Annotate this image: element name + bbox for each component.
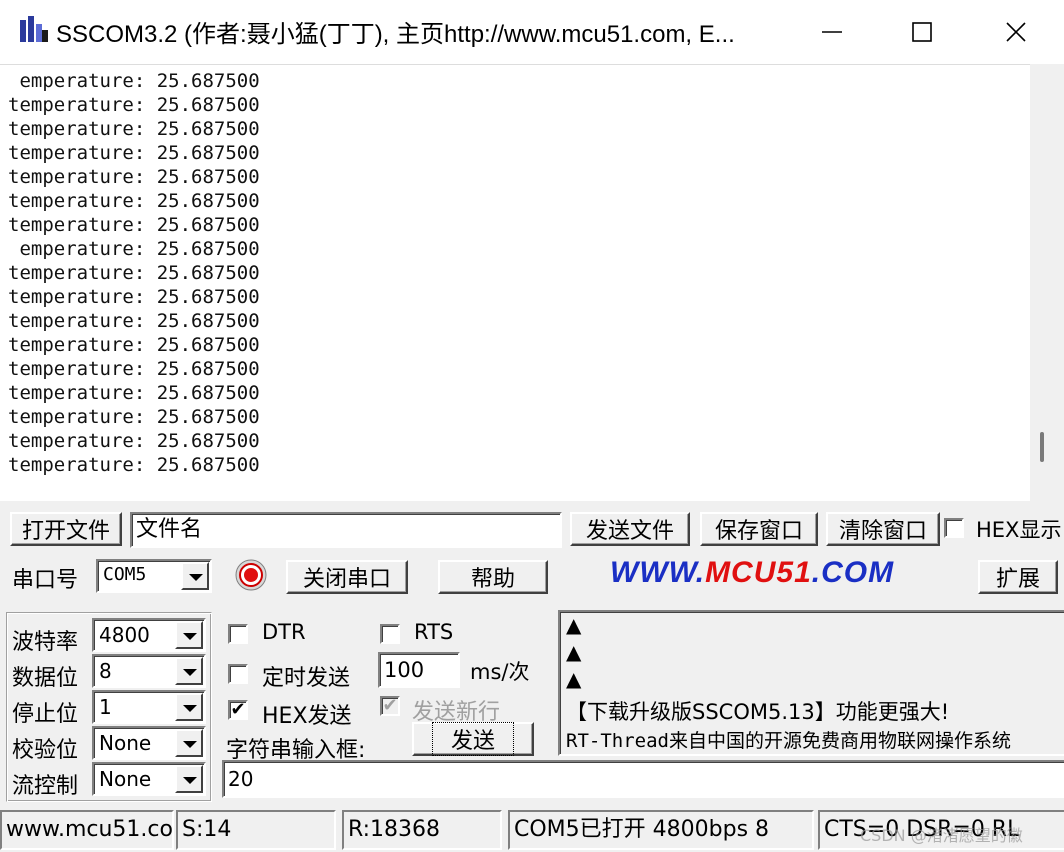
rts-checkbox[interactable]: [380, 624, 400, 644]
info-arrows: ▲ ▲ ▲: [566, 612, 581, 693]
flow-control-label: 流控制: [12, 774, 79, 799]
clear-window-button[interactable]: 清除窗口: [826, 512, 940, 546]
dtr-checkbox[interactable]: [228, 624, 248, 644]
string-input-field[interactable]: 20: [222, 760, 1064, 798]
send-interval-input[interactable]: 100: [378, 652, 460, 688]
rt-thread-link[interactable]: RT-Thread来自中国的开源免费商用物联网操作系统: [566, 726, 1064, 753]
output-line: temperature: 25.687500: [8, 190, 260, 212]
status-sent-count: S:14: [176, 810, 336, 850]
minimize-icon: [822, 31, 842, 33]
upgrade-link[interactable]: 【下载升级版SSCOM5.13】功能更强大!: [566, 696, 949, 726]
app-icon: [20, 16, 48, 42]
output-line: temperature: 25.687500: [8, 142, 260, 164]
output-line: emperature: 25.687500: [8, 70, 260, 92]
output-line: temperature: 25.687500: [8, 430, 260, 452]
output-line: temperature: 25.687500: [8, 286, 260, 308]
help-button[interactable]: 帮助: [438, 560, 548, 594]
output-line: emperature: 25.687500: [8, 238, 260, 260]
output-line: temperature: 25.687500: [8, 358, 260, 380]
up-arrow-icon: ▲: [566, 613, 582, 637]
stopbits-select[interactable]: 1: [92, 690, 206, 724]
port-label: 串口号: [12, 568, 79, 593]
close-icon: [1006, 22, 1026, 42]
receive-output-area[interactable]: emperature: 25.687500 temperature: 25.68…: [0, 64, 1030, 501]
scrollbar-thumb[interactable]: [1040, 432, 1044, 462]
chevron-down-icon[interactable]: [181, 562, 209, 590]
output-line: temperature: 25.687500: [8, 454, 260, 476]
vertical-scrollbar[interactable]: [1030, 64, 1064, 500]
watermark: CSDN @渚渚愿望的徽: [860, 826, 1023, 845]
maximize-icon: [912, 22, 932, 42]
output-line: temperature: 25.687500: [8, 382, 260, 404]
port-select[interactable]: COM5: [96, 559, 212, 593]
output-line: temperature: 25.687500: [8, 406, 260, 428]
parity-select[interactable]: None: [92, 726, 206, 760]
up-arrow-icon: ▲: [566, 667, 582, 691]
close-button[interactable]: [970, 0, 1062, 64]
open-file-button[interactable]: 打开文件: [10, 512, 122, 546]
hex-send-checkbox[interactable]: ✔: [228, 700, 248, 720]
send-interval-unit: ms/次: [470, 660, 530, 684]
port-select-value: COM5: [103, 564, 147, 585]
up-arrow-icon: ▲: [566, 640, 582, 664]
send-button[interactable]: 发送: [412, 722, 534, 756]
chevron-down-icon[interactable]: [175, 621, 203, 649]
output-lines: emperature: 25.687500 temperature: 25.68…: [8, 69, 260, 477]
chevron-down-icon[interactable]: [175, 765, 203, 793]
file-name-field[interactable]: 文件名: [130, 512, 562, 548]
logo-com: .COM: [811, 556, 895, 589]
databits-label: 数据位: [12, 666, 79, 691]
flow-control-select-value: None: [99, 767, 152, 791]
maximize-button[interactable]: [876, 0, 968, 64]
chevron-down-icon[interactable]: [175, 729, 203, 757]
timed-send-label: 定时发送: [262, 666, 351, 691]
window-title: SSCOM3.2 (作者:聂小猛(丁丁), 主页http://www.mcu51…: [56, 21, 735, 48]
status-site: www.mcu51.com: [0, 810, 174, 850]
minimize-button[interactable]: [786, 0, 878, 64]
timed-send-checkbox[interactable]: [228, 664, 248, 684]
rts-label: RTS: [414, 620, 454, 644]
stopbits-label: 停止位: [12, 702, 79, 727]
close-port-button[interactable]: 关闭串口: [286, 560, 408, 594]
output-line: temperature: 25.687500: [8, 118, 260, 140]
baud-select-value: 4800: [99, 623, 150, 647]
output-line: temperature: 25.687500: [8, 94, 260, 116]
baud-label: 波特率: [12, 630, 79, 655]
status-port-state: COM5已打开 4800bps 8: [508, 810, 814, 850]
port-status-led-icon: [235, 559, 267, 591]
databits-select[interactable]: 8: [92, 654, 206, 688]
status-received-count: R:18368: [342, 810, 502, 850]
parity-label: 校验位: [12, 738, 79, 763]
expand-button[interactable]: 扩展: [978, 560, 1058, 594]
save-window-button[interactable]: 保存窗口: [700, 512, 818, 546]
send-file-button[interactable]: 发送文件: [570, 512, 690, 546]
logo-www: WWW.: [610, 556, 706, 589]
stopbits-select-value: 1: [99, 695, 112, 719]
logo-mcu: MCU51: [705, 556, 812, 589]
output-line: temperature: 25.687500: [8, 166, 260, 188]
mcu51-logo[interactable]: WWW.MCU51.COM: [610, 556, 894, 590]
chevron-down-icon[interactable]: [175, 693, 203, 721]
output-line: temperature: 25.687500: [8, 262, 260, 284]
output-line: temperature: 25.687500: [8, 334, 260, 356]
baud-select[interactable]: 4800: [92, 618, 206, 652]
hex-display-label: HEX显示: [976, 518, 1062, 542]
hex-send-label: HEX发送: [262, 704, 352, 729]
send-newline-checkbox[interactable]: ✔: [380, 696, 400, 716]
send-button-label: 发送: [431, 722, 514, 756]
flow-control-select[interactable]: None: [92, 762, 206, 796]
dtr-label: DTR: [262, 620, 306, 644]
parity-select-value: None: [99, 731, 152, 755]
output-line: temperature: 25.687500: [8, 214, 260, 236]
hex-display-checkbox[interactable]: [944, 518, 964, 538]
databits-select-value: 8: [99, 659, 112, 683]
output-line: temperature: 25.687500: [8, 310, 260, 332]
chevron-down-icon[interactable]: [175, 657, 203, 685]
